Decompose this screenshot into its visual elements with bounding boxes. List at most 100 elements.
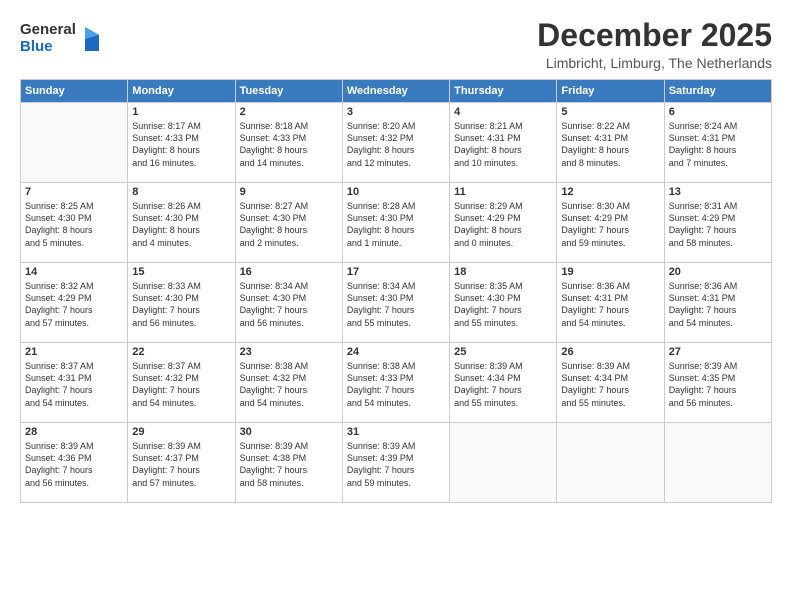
- day-number: 15: [132, 266, 230, 278]
- day-number: 10: [347, 186, 445, 198]
- day-number: 29: [132, 426, 230, 438]
- day-number: 12: [561, 186, 659, 198]
- calendar-cell: 20Sunrise: 8:36 AM Sunset: 4:31 PM Dayli…: [664, 263, 771, 343]
- day-info: Sunrise: 8:38 AM Sunset: 4:33 PM Dayligh…: [347, 360, 445, 409]
- day-number: 8: [132, 186, 230, 198]
- day-number: 5: [561, 106, 659, 118]
- calendar-cell: 9 Sunrise: 8:27 AM Sunset: 4:30 PM Daylig…: [235, 183, 342, 263]
- day-info: Sunrise: 8:26 AM Sunset: 4:30 PM Dayligh…: [132, 200, 230, 249]
- day-number: 22: [132, 346, 230, 358]
- calendar-cell: 5 Sunrise: 8:22 AM Sunset: 4:31 PM Daylig…: [557, 103, 664, 183]
- day-info: Sunrise: 8:39 AM Sunset: 4:38 PM Dayligh…: [240, 440, 338, 489]
- day-info: Sunrise: 8:21 AM Sunset: 4:31 PM Dayligh…: [454, 120, 552, 169]
- title-block: December 2025 Limbricht, Limburg, The Ne…: [537, 18, 772, 71]
- day-info: Sunrise: 8:38 AM Sunset: 4:32 PM Dayligh…: [240, 360, 338, 409]
- logo-general: General: [20, 22, 76, 39]
- calendar-week-5: 28 Sunrise: 8:39 AM Sunset: 4:36 PM Dayli…: [21, 423, 772, 503]
- day-info: Sunrise: 8:39 AM Sunset: 4:34 PM Dayligh…: [454, 360, 552, 409]
- day-info: Sunrise: 8:22 AM Sunset: 4:31 PM Dayligh…: [561, 120, 659, 169]
- calendar-cell: 2 Sunrise: 8:18 AM Sunset: 4:33 PM Daylig…: [235, 103, 342, 183]
- calendar-cell: 19 Sunrise: 8:36 AM Sunset: 4:31 PM Dayli…: [557, 263, 664, 343]
- day-info: Sunrise: 8:37 AM Sunset: 4:31 PM Dayligh…: [25, 360, 123, 409]
- calendar-week-1: 1 Sunrise: 8:17 AM Sunset: 4:33 PM Daylig…: [21, 103, 772, 183]
- calendar-cell: 16 Sunrise: 8:34 AM Sunset: 4:30 PM Dayli…: [235, 263, 342, 343]
- calendar-cell: 8 Sunrise: 8:26 AM Sunset: 4:30 PM Daylig…: [128, 183, 235, 263]
- day-info: Sunrise: 8:27 AM Sunset: 4:30 PM Dayligh…: [240, 200, 338, 249]
- day-info: Sunrise: 8:33 AM Sunset: 4:30 PM Dayligh…: [132, 280, 230, 329]
- calendar-cell: [450, 423, 557, 503]
- day-number: 18: [454, 266, 552, 278]
- day-info: Sunrise: 8:32 AM Sunset: 4:29 PM Dayligh…: [25, 280, 123, 329]
- day-number: 7: [25, 186, 123, 198]
- day-number: 4: [454, 106, 552, 118]
- logo: General Blue: [20, 22, 101, 55]
- day-number: 11: [454, 186, 552, 198]
- calendar-week-4: 21 Sunrise: 8:37 AM Sunset: 4:31 PM Dayli…: [21, 343, 772, 423]
- day-number: 25: [454, 346, 552, 358]
- calendar-cell: [664, 423, 771, 503]
- calendar-cell: 11Sunrise: 8:29 AM Sunset: 4:29 PM Dayli…: [450, 183, 557, 263]
- day-number: 14: [25, 266, 123, 278]
- day-number: 9: [240, 186, 338, 198]
- day-number: 27: [669, 346, 767, 358]
- day-number: 2: [240, 106, 338, 118]
- calendar-cell: 3Sunrise: 8:20 AM Sunset: 4:32 PM Daylig…: [342, 103, 449, 183]
- calendar-cell: 30 Sunrise: 8:39 AM Sunset: 4:38 PM Dayli…: [235, 423, 342, 503]
- day-number: 26: [561, 346, 659, 358]
- day-info: Sunrise: 8:34 AM Sunset: 4:30 PM Dayligh…: [240, 280, 338, 329]
- col-friday: Friday: [557, 80, 664, 103]
- day-info: Sunrise: 8:31 AM Sunset: 4:29 PM Dayligh…: [669, 200, 767, 249]
- calendar-week-3: 14 Sunrise: 8:32 AM Sunset: 4:29 PM Dayli…: [21, 263, 772, 343]
- calendar-cell: 7 Sunrise: 8:25 AM Sunset: 4:30 PM Daylig…: [21, 183, 128, 263]
- day-number: 19: [561, 266, 659, 278]
- calendar-cell: 25 Sunrise: 8:39 AM Sunset: 4:34 PM Dayli…: [450, 343, 557, 423]
- day-info: Sunrise: 8:39 AM Sunset: 4:36 PM Dayligh…: [25, 440, 123, 489]
- day-info: Sunrise: 8:24 AM Sunset: 4:31 PM Dayligh…: [669, 120, 767, 169]
- day-info: Sunrise: 8:30 AM Sunset: 4:29 PM Dayligh…: [561, 200, 659, 249]
- day-info: Sunrise: 8:28 AM Sunset: 4:30 PM Dayligh…: [347, 200, 445, 249]
- day-number: 16: [240, 266, 338, 278]
- calendar-body: 1 Sunrise: 8:17 AM Sunset: 4:33 PM Daylig…: [21, 103, 772, 503]
- day-info: Sunrise: 8:39 AM Sunset: 4:39 PM Dayligh…: [347, 440, 445, 489]
- calendar-cell: 27Sunrise: 8:39 AM Sunset: 4:35 PM Dayli…: [664, 343, 771, 423]
- day-number: 31: [347, 426, 445, 438]
- day-info: Sunrise: 8:35 AM Sunset: 4:30 PM Dayligh…: [454, 280, 552, 329]
- day-number: 6: [669, 106, 767, 118]
- day-number: 30: [240, 426, 338, 438]
- day-info: Sunrise: 8:39 AM Sunset: 4:37 PM Dayligh…: [132, 440, 230, 489]
- day-number: 24: [347, 346, 445, 358]
- day-number: 21: [25, 346, 123, 358]
- calendar-cell: 23Sunrise: 8:38 AM Sunset: 4:32 PM Dayli…: [235, 343, 342, 423]
- calendar-cell: 1 Sunrise: 8:17 AM Sunset: 4:33 PM Daylig…: [128, 103, 235, 183]
- day-number: 13: [669, 186, 767, 198]
- day-info: Sunrise: 8:17 AM Sunset: 4:33 PM Dayligh…: [132, 120, 230, 169]
- day-number: 28: [25, 426, 123, 438]
- calendar-cell: 18 Sunrise: 8:35 AM Sunset: 4:30 PM Dayli…: [450, 263, 557, 343]
- calendar-cell: 14 Sunrise: 8:32 AM Sunset: 4:29 PM Dayli…: [21, 263, 128, 343]
- day-info: Sunrise: 8:20 AM Sunset: 4:32 PM Dayligh…: [347, 120, 445, 169]
- calendar-cell: 22 Sunrise: 8:37 AM Sunset: 4:32 PM Dayli…: [128, 343, 235, 423]
- calendar-table: Sunday Monday Tuesday Wednesday Thursday…: [20, 79, 772, 503]
- day-info: Sunrise: 8:18 AM Sunset: 4:33 PM Dayligh…: [240, 120, 338, 169]
- day-info: Sunrise: 8:36 AM Sunset: 4:31 PM Dayligh…: [561, 280, 659, 329]
- header-row: Sunday Monday Tuesday Wednesday Thursday…: [21, 80, 772, 103]
- logo-icon: [79, 25, 101, 53]
- col-thursday: Thursday: [450, 80, 557, 103]
- day-info: Sunrise: 8:37 AM Sunset: 4:32 PM Dayligh…: [132, 360, 230, 409]
- calendar-cell: 4 Sunrise: 8:21 AM Sunset: 4:31 PM Daylig…: [450, 103, 557, 183]
- location: Limbricht, Limburg, The Netherlands: [537, 55, 772, 71]
- col-monday: Monday: [128, 80, 235, 103]
- calendar-page: General Blue December 2025 Limbricht, Li…: [0, 0, 792, 612]
- calendar-cell: 28 Sunrise: 8:39 AM Sunset: 4:36 PM Dayli…: [21, 423, 128, 503]
- calendar-cell: 6 Sunrise: 8:24 AM Sunset: 4:31 PM Daylig…: [664, 103, 771, 183]
- col-saturday: Saturday: [664, 80, 771, 103]
- calendar-cell: 26Sunrise: 8:39 AM Sunset: 4:34 PM Dayli…: [557, 343, 664, 423]
- calendar-cell: [21, 103, 128, 183]
- calendar-header: Sunday Monday Tuesday Wednesday Thursday…: [21, 80, 772, 103]
- day-number: 1: [132, 106, 230, 118]
- day-info: Sunrise: 8:25 AM Sunset: 4:30 PM Dayligh…: [25, 200, 123, 249]
- logo-text: General Blue: [20, 22, 76, 55]
- calendar-cell: [557, 423, 664, 503]
- col-sunday: Sunday: [21, 80, 128, 103]
- calendar-cell: 29 Sunrise: 8:39 AM Sunset: 4:37 PM Dayli…: [128, 423, 235, 503]
